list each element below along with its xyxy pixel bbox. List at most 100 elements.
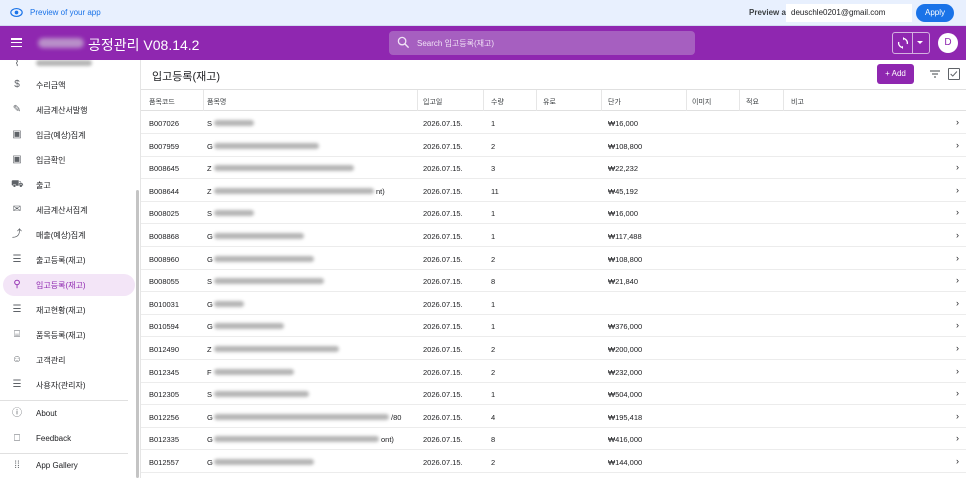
- chevron-right-icon[interactable]: ›: [956, 275, 959, 285]
- quantity-cell: 2: [491, 254, 496, 264]
- column-header[interactable]: 품목명: [207, 97, 226, 107]
- table-row[interactable]: B008644 Znt) 2026.07.15. 11 ₩45,192 ›: [141, 179, 966, 202]
- avatar[interactable]: D: [938, 33, 958, 53]
- table-row[interactable]: B008645 Z 2026.07.15. 3 ₩22,232 ›: [141, 156, 966, 180]
- sidebar-item[interactable]: ✉ 세금계산서집계: [3, 199, 135, 221]
- sidebar-item[interactable]: ▣ 입금(예상)집계: [3, 124, 135, 146]
- select-checkbox-icon[interactable]: [948, 68, 960, 80]
- sidebar-item[interactable]: $ 수리금액: [3, 74, 135, 96]
- table-row[interactable]: B012335 Gont) 2026.07.15. 8 ₩416,000 ›: [141, 427, 966, 451]
- sidebar-item-label: 품목등록(재고): [36, 331, 86, 340]
- chevron-right-icon[interactable]: ›: [956, 117, 959, 127]
- chevron-right-icon[interactable]: ›: [956, 162, 959, 172]
- redacted-item-name: [214, 346, 339, 352]
- sidebar-item[interactable]: ⌸ 품목등록(재고): [3, 324, 135, 346]
- redacted-item-name: [214, 120, 254, 126]
- sidebar-item[interactable]: ⌇: [3, 60, 135, 75]
- column-header[interactable]: 적요: [746, 97, 759, 107]
- column-header[interactable]: 단가: [608, 97, 621, 107]
- chevron-right-icon[interactable]: ›: [956, 185, 959, 195]
- item-name-suffix: nt): [376, 186, 385, 196]
- chevron-right-icon[interactable]: ›: [956, 388, 959, 398]
- sidebar-footer-label: App Gallery: [36, 461, 78, 470]
- redacted-item-name: [214, 459, 314, 465]
- search-input[interactable]: Search 입고등록(재고): [389, 31, 695, 55]
- column-header[interactable]: 수량: [491, 97, 504, 107]
- apply-button[interactable]: Apply: [916, 4, 954, 22]
- price-cell: ₩16,000: [608, 119, 639, 128]
- price-cell: ₩45,192: [608, 186, 639, 196]
- item-code-cell: B012557: [149, 458, 180, 467]
- chevron-right-icon[interactable]: ›: [956, 411, 959, 421]
- sync-divider: [912, 33, 913, 53]
- column-header[interactable]: 유로: [543, 97, 556, 107]
- sidebar-item[interactable]: ☰ 재고현황(재고): [3, 299, 135, 321]
- chevron-right-icon[interactable]: ›: [956, 343, 959, 353]
- table-row[interactable]: B012256 G/80 2026.07.15. 4 ₩195,418 ›: [141, 405, 966, 428]
- menu-icon[interactable]: [11, 38, 22, 48]
- table-row[interactable]: B010594 G 2026.07.15. 1 ₩376,000 ›: [141, 314, 966, 338]
- sidebar-item[interactable]: ⛟ 출고: [3, 174, 135, 196]
- redacted-item-name: [214, 278, 324, 285]
- table-row[interactable]: B010031 G 2026.07.15. 1 ›: [141, 292, 966, 315]
- filter-icon[interactable]: [930, 70, 940, 78]
- table-row[interactable]: B012490 Z 2026.07.15. 2 ₩200,000 ›: [141, 337, 966, 360]
- chevron-right-icon[interactable]: ›: [956, 140, 959, 150]
- chevron-right-icon[interactable]: ›: [956, 456, 959, 466]
- chevron-right-icon[interactable]: ›: [956, 320, 959, 330]
- sidebar-item-label: 고객관리: [36, 356, 66, 365]
- chevron-right-icon[interactable]: ›: [956, 298, 959, 308]
- item-code-cell: B008644: [149, 186, 180, 196]
- sidebar-item-label: 매출(예상)집계: [36, 231, 86, 240]
- preview-email-input[interactable]: deuschle0201@gmail.com: [786, 4, 912, 22]
- chevron-right-icon[interactable]: ›: [956, 253, 959, 263]
- table-row[interactable]: B007959 G 2026.07.15. 2 ₩108,800 ›: [141, 134, 966, 157]
- item-code-cell: B008645: [149, 164, 180, 174]
- sidebar-scrollbar[interactable]: [136, 190, 139, 478]
- add-button[interactable]: + Add: [877, 64, 914, 84]
- table-row[interactable]: B012345 F 2026.07.15. 2 ₩232,000 ›: [141, 360, 966, 383]
- dollar-icon: $: [14, 79, 20, 90]
- table-row[interactable]: B008055 S 2026.07.15. 8 ₩21,840 ›: [141, 269, 966, 293]
- chevron-right-icon[interactable]: ›: [956, 230, 959, 240]
- sidebar-footer-item[interactable]: ⁞⁞ App Gallery: [3, 455, 135, 477]
- money-icon: ▣: [12, 129, 22, 140]
- sidebar-item[interactable]: ⚲ 입고등록(재고): [3, 274, 135, 296]
- sidebar-item[interactable]: ⤴ 매출(예상)집계: [3, 224, 135, 246]
- sync-icon[interactable]: [897, 37, 909, 49]
- money-icon: ▣: [12, 154, 22, 165]
- chevron-right-icon[interactable]: ›: [956, 366, 959, 376]
- column-header[interactable]: 이미지: [692, 97, 711, 107]
- price-cell: ₩108,800: [608, 254, 643, 264]
- table-row[interactable]: B007026 S 2026.07.15. 1 ₩16,000 ›: [141, 111, 966, 134]
- redacted-item-name: [214, 391, 309, 398]
- sidebar-item[interactable]: ☺ 고객관리: [3, 349, 135, 371]
- sidebar-item[interactable]: ☰ 사용자(관리자): [3, 374, 135, 396]
- sidebar-item-label: 입금(예상)집계: [36, 131, 86, 140]
- sidebar-item-label: 입금확인: [36, 156, 66, 165]
- list-icon: ☰: [12, 254, 22, 265]
- table-row[interactable]: B012305 S 2026.07.15. 1 ₩504,000 ›: [141, 382, 966, 406]
- main-content: 입고등록(재고) + Add 품목코드 품목명 입고일 수량 유로 단가 이미지 적요 비고 B…: [141, 60, 966, 478]
- sidebar-footer-item[interactable]: ⎕ Feedback: [3, 428, 135, 450]
- chevron-down-icon[interactable]: [917, 41, 923, 44]
- column-header[interactable]: 입고일: [423, 97, 442, 107]
- sidebar-footer-item[interactable]: ⓘ About: [3, 403, 135, 425]
- column-header[interactable]: 비고: [791, 97, 804, 107]
- table-row[interactable]: B008960 G 2026.07.15. 2 ₩108,800 ›: [141, 247, 966, 270]
- sidebar-item-label: 수리금액: [36, 81, 66, 90]
- chevron-right-icon[interactable]: ›: [956, 207, 959, 217]
- item-code-cell: B012335: [149, 435, 180, 445]
- item-name-cell: S: [207, 119, 213, 128]
- sidebar-item[interactable]: ☰ 출고등록(재고): [3, 249, 135, 271]
- column-header[interactable]: 품목코드: [149, 97, 175, 107]
- chevron-right-icon[interactable]: ›: [956, 433, 959, 443]
- table-row[interactable]: B012557 G 2026.07.15. 2 ₩144,000 ›: [141, 450, 966, 473]
- sidebar-item[interactable]: ▣ 입금확인: [3, 149, 135, 171]
- price-cell: ₩108,800: [608, 141, 643, 151]
- sidebar-item[interactable]: ✎ 세금계산서발행: [3, 99, 135, 121]
- sidebar-footer-label: Feedback: [36, 434, 72, 443]
- sync-button-group[interactable]: [892, 32, 930, 54]
- table-row[interactable]: B008868 G 2026.07.15. 1 ₩117,488 ›: [141, 224, 966, 247]
- table-row[interactable]: B008025 S 2026.07.15. 1 ₩16,000 ›: [141, 201, 966, 225]
